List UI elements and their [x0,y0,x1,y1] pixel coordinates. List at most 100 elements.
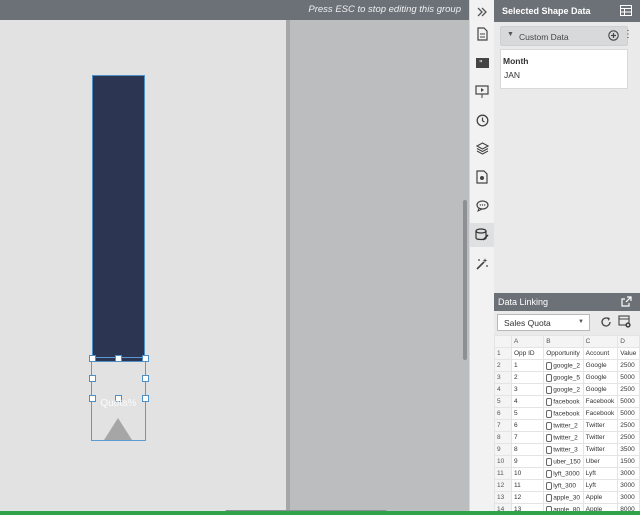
chevron-down-icon[interactable]: ▼ [507,31,514,38]
field-value[interactable]: JAN [504,70,520,80]
data-settings-icon[interactable] [618,315,632,332]
table-cell[interactable]: 3000 [617,491,640,504]
table-row[interactable]: 4 3 google_2 Google 2500 [494,383,640,396]
column-header[interactable]: D [617,335,640,348]
resize-handle-ml[interactable] [89,375,96,382]
table-cell[interactable]: 4 [510,395,545,408]
table-row[interactable]: 9 8 twitter_3 Twitter 3500 [494,443,640,456]
table-cell[interactable]: google_2 [543,383,584,396]
table-cell[interactable]: twitter_2 [543,431,584,444]
chart-bar-shape[interactable] [92,75,145,362]
open-external-icon[interactable] [621,296,632,310]
table-cell[interactable]: 2500 [617,431,640,444]
custom-data-section-header[interactable]: ▼ Custom Data ⋮ [500,26,633,46]
canvas[interactable]: Press ESC to stop editing this group Quo… [0,0,469,515]
vertical-scrollbar[interactable] [463,200,467,360]
column-header[interactable]: C [582,335,619,348]
table-cell[interactable]: 3500 [617,443,640,456]
resize-handle-tr[interactable] [142,355,149,362]
table-cell[interactable]: 7 [510,431,545,444]
table-cell[interactable]: 3000 [617,479,640,492]
data-source-select[interactable]: Sales Quota ▼ [497,314,590,331]
page-icon[interactable] [470,22,494,46]
data-icon[interactable] [470,223,494,247]
table-row[interactable]: 2 1 google_2 Google 2500 [494,359,640,372]
table-row[interactable]: 1 Opp ID Opportunity Account Value [494,347,640,360]
table-cell[interactable]: Opp ID [510,347,545,360]
table-cell[interactable]: 5 [510,407,545,420]
resize-handle-tc[interactable] [115,355,122,362]
table-cell[interactable]: 8 [510,443,545,456]
more-options-icon[interactable]: ⋮ [623,29,633,41]
table-cell[interactable]: Account [582,347,619,360]
presentation-icon[interactable] [470,80,494,104]
table-row[interactable]: 5 4 facebook Facebook 5000 [494,395,640,408]
table-cell[interactable]: 2 [510,371,545,384]
table-cell[interactable]: 3 [510,383,545,396]
table-cell[interactable]: Twitter [582,419,619,432]
table-cell[interactable]: Opportunity [543,347,584,360]
table-cell[interactable]: lyft_3000 [543,467,584,480]
refresh-icon[interactable] [600,316,612,331]
table-cell[interactable]: google_2 [543,359,584,372]
table-cell[interactable]: 5000 [617,407,640,420]
table-cell[interactable]: Google [582,383,619,396]
table-row[interactable]: 13 12 apple_30 Apple 3000 [494,491,640,504]
table-cell[interactable]: 2500 [617,359,640,372]
quote-icon[interactable]: " [470,51,494,75]
table-cell[interactable]: Apple [582,491,619,504]
table-cell[interactable]: 11 [510,479,545,492]
table-cell[interactable]: google_5 [543,371,584,384]
table-cell[interactable]: 10 [510,467,545,480]
table-row[interactable]: 12 11 lyft_300 Lyft 3000 [494,479,640,492]
table-cell[interactable]: Twitter [582,443,619,456]
table-cell[interactable]: 1 [510,359,545,372]
column-header[interactable]: B [543,335,584,348]
table-cell[interactable]: lyft_300 [543,479,584,492]
collapse-panel-icon[interactable] [470,0,494,24]
table-cell[interactable]: 9 [510,455,545,468]
magic-wand-icon[interactable] [470,252,494,276]
table-cell[interactable]: Lyft [582,467,619,480]
table-row[interactable]: 6 5 facebook Facebook 5000 [494,407,640,420]
table-cell[interactable]: Uber [582,455,619,468]
comments-icon[interactable] [470,194,494,218]
column-header[interactable]: A [510,335,545,348]
history-icon[interactable] [470,108,494,132]
table-cell[interactable]: 5000 [617,371,640,384]
field-name[interactable]: Month [503,56,529,66]
resize-handle-mr[interactable] [142,375,149,382]
table-cell[interactable]: twitter_2 [543,419,584,432]
resize-handle-tl[interactable] [89,355,96,362]
table-cell[interactable]: 2500 [617,419,640,432]
table-cell[interactable]: 5000 [617,395,640,408]
data-grid[interactable]: A B C D 1 Opp ID Opportunity Account Value 2 1… [494,335,640,515]
table-cell[interactable]: 3000 [617,467,640,480]
table-row[interactable]: 3 2 google_5 Google 5000 [494,371,640,384]
table-row[interactable]: 7 6 twitter_2 Twitter 2500 [494,419,640,432]
table-cell[interactable]: Google [582,359,619,372]
table-cell[interactable]: apple_30 [543,491,584,504]
table-cell[interactable]: Facebook [582,395,619,408]
table-cell[interactable]: Lyft [582,479,619,492]
table-cell[interactable]: 12 [510,491,545,504]
table-cell[interactable]: facebook [543,395,584,408]
table-cell[interactable]: Google [582,371,619,384]
table-row[interactable]: 11 10 lyft_3000 Lyft 3000 [494,467,640,480]
table-row[interactable]: 10 9 uber_150 Uber 1500 [494,455,640,468]
table-cell[interactable]: 2500 [617,383,640,396]
table-cell[interactable]: facebook [543,407,584,420]
table-cell[interactable]: twitter_3 [543,443,584,456]
table-cell[interactable]: Facebook [582,407,619,420]
table-cell[interactable]: 1500 [617,455,640,468]
table-cell[interactable]: 6 [510,419,545,432]
add-field-icon[interactable] [608,30,619,44]
table-cell[interactable]: Value [617,347,640,360]
shape-data-doc-icon[interactable] [470,165,494,189]
table-row[interactable]: 8 7 twitter_2 Twitter 2500 [494,431,640,444]
layers-icon[interactable] [470,136,494,160]
quota-triangle-shape[interactable] [104,418,132,440]
table-cell[interactable]: Twitter [582,431,619,444]
table-cell[interactable]: uber_150 [543,455,584,468]
table-icon[interactable] [620,5,632,19]
